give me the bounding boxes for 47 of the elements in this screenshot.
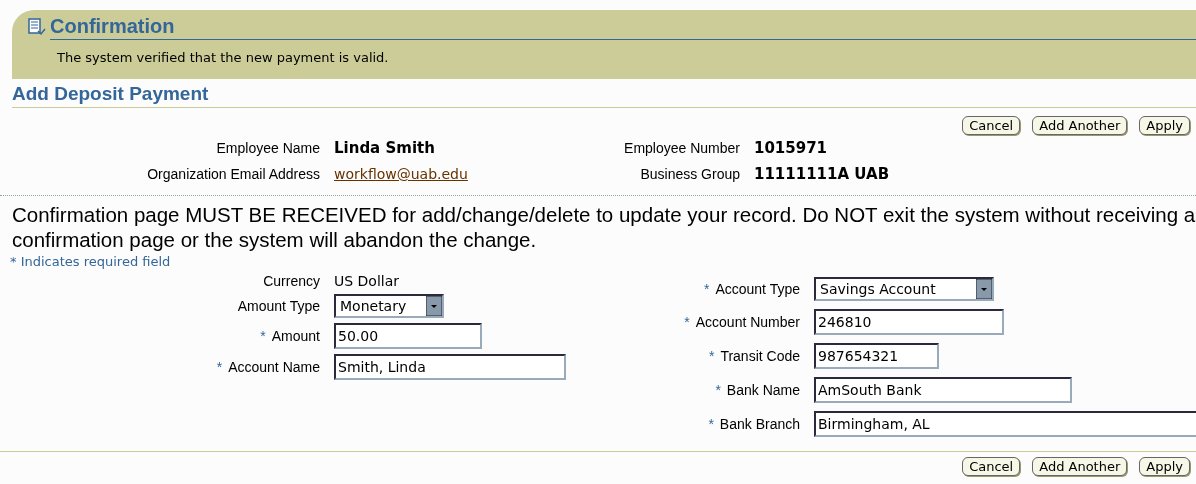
field-label: Transit Code	[720, 348, 800, 364]
required-icon: *	[703, 281, 710, 297]
add-another-button[interactable]: Add Another	[1032, 457, 1128, 476]
required-icon: *	[216, 359, 223, 375]
input-field[interactable]: 50.00	[334, 323, 482, 349]
field-label: Amount Type	[237, 298, 320, 314]
field-label: Account Number	[695, 314, 800, 330]
required-icon: *	[708, 416, 714, 432]
document-check-icon	[28, 18, 46, 36]
field-value: 1015971	[754, 139, 829, 157]
input-field[interactable]: 987654321	[814, 343, 939, 369]
field-label: Bank Name	[726, 382, 800, 398]
dropdown[interactable]: Savings Account	[814, 277, 994, 301]
email-link[interactable]: workflow@uab.edu	[334, 166, 480, 182]
field-label: Account Type	[715, 281, 800, 297]
confirmation-message: The system verified that the new payment is valid.	[56, 49, 390, 65]
required-icon: *	[260, 328, 266, 344]
input-field[interactable]: Birmingham, AL	[814, 411, 1196, 437]
input-field[interactable]: 246810	[814, 309, 1004, 335]
notice-text: Confirmation page MUST BE RECEIVED for add/change/delete to update your record. Do NOT exit the system without receiving a confirmation page or the system will abandon the change.	[12, 202, 1196, 252]
add-another-button[interactable]: Add Another	[1032, 116, 1128, 135]
page-title: Add Deposit Payment	[12, 83, 1196, 108]
input-field[interactable]: AmSouth Bank	[814, 377, 1072, 403]
apply-button[interactable]: Apply	[1139, 116, 1190, 135]
dropdown-arrow-icon	[426, 296, 442, 316]
required-icon: *	[715, 382, 721, 398]
required-icon: *	[684, 314, 690, 330]
required-icon: *	[708, 348, 715, 364]
field-label: Business Group	[639, 166, 740, 182]
input-field[interactable]: Smith, Linda	[334, 354, 566, 380]
required-legend: * Indicates required field	[10, 254, 171, 269]
dropdown-arrow-icon	[976, 279, 992, 299]
confirmation-title: Confirmation	[50, 14, 1196, 40]
cancel-button[interactable]: Cancel	[962, 116, 1021, 135]
field-label: Bank Branch	[719, 416, 800, 432]
apply-button[interactable]: Apply	[1139, 457, 1190, 476]
field-label: Employee Number	[623, 140, 740, 156]
field-value: Linda Smith	[334, 139, 436, 157]
field-label: Account Name	[228, 359, 320, 375]
field-value: 11111111A UAB	[754, 165, 891, 183]
field-value: US Dollar	[334, 273, 401, 289]
dropdown[interactable]: Monetary	[334, 294, 444, 318]
cancel-button[interactable]: Cancel	[962, 457, 1021, 476]
field-label: Currency	[263, 273, 320, 289]
field-label: Employee Name	[215, 140, 320, 156]
field-label: Amount	[271, 328, 320, 344]
field-label: Organization Email Address	[146, 166, 320, 182]
